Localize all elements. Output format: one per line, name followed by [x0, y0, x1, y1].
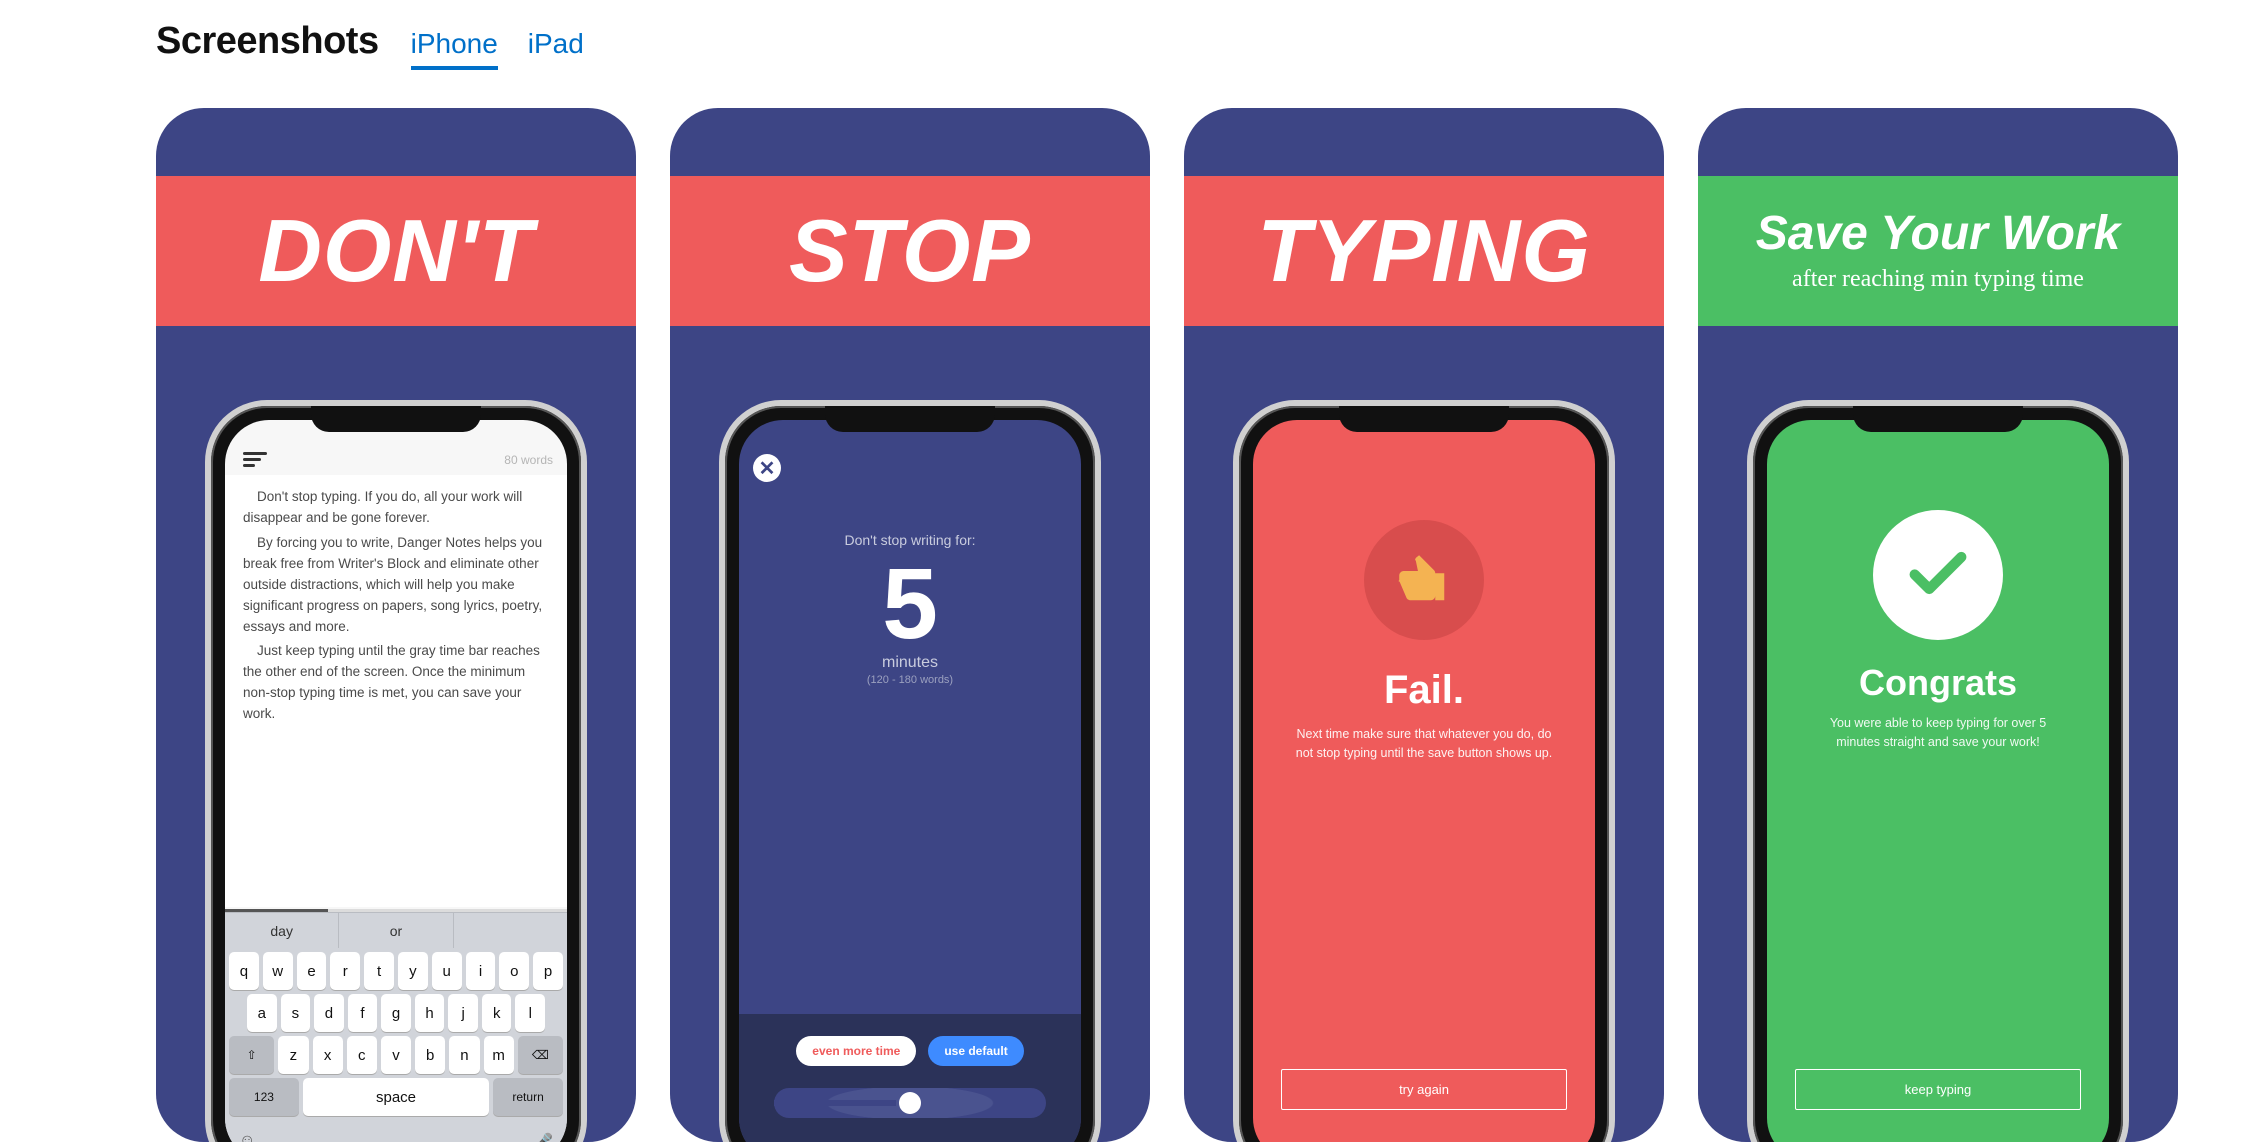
phone-screen-timer: ✕ Don't stop writing for: 5 minutes (120…: [739, 420, 1081, 1142]
menu-icon[interactable]: [239, 452, 267, 467]
close-icon[interactable]: ✕: [753, 454, 781, 482]
paragraph: By forcing you to write, Danger Notes he…: [243, 533, 549, 638]
key[interactable]: m: [484, 1036, 514, 1074]
time-progress-bar: [225, 909, 567, 912]
banner-title: Save Your Work: [1756, 210, 2121, 258]
timer-prompt: Don't stop writing for:: [844, 532, 975, 548]
return-key[interactable]: return: [493, 1078, 563, 1116]
paragraph: Just keep typing until the gray time bar…: [243, 641, 549, 725]
thumbs-down-icon: [1397, 550, 1451, 610]
banner-text: TYPING: [1257, 207, 1591, 295]
phone-screen-fail: Fail. Next time make sure that whatever …: [1253, 420, 1595, 1142]
banner: Save Your Work after reaching min typing…: [1698, 176, 2178, 326]
screenshot-1[interactable]: DON'T 80 words Don't stop typing. If you…: [156, 108, 636, 1142]
key[interactable]: c: [347, 1036, 377, 1074]
banner-text: DON'T: [258, 207, 533, 295]
mic-icon[interactable]: 🎤: [533, 1132, 553, 1142]
congrats-title: Congrats: [1859, 662, 2017, 704]
success-icon-circle: [1873, 510, 2003, 640]
shift-key[interactable]: ⇧: [229, 1036, 274, 1074]
emoji-icon[interactable]: ☺: [239, 1132, 255, 1142]
try-again-button[interactable]: try again: [1281, 1069, 1567, 1110]
screenshot-4[interactable]: Save Your Work after reaching min typing…: [1698, 108, 2178, 1142]
checkmark-icon: [1903, 538, 1973, 613]
key[interactable]: e: [297, 952, 327, 990]
key[interactable]: x: [313, 1036, 343, 1074]
banner: DON'T: [156, 176, 636, 326]
notch: [825, 406, 995, 432]
screenshot-gallery[interactable]: DON'T 80 words Don't stop typing. If you…: [0, 76, 2262, 1142]
use-default-button[interactable]: use default: [928, 1036, 1023, 1066]
key[interactable]: l: [515, 994, 545, 1032]
word-range: (120 - 180 words): [867, 674, 953, 686]
phone-screen-editor: 80 words Don't stop typing. If you do, a…: [225, 420, 567, 1142]
key[interactable]: v: [381, 1036, 411, 1074]
key[interactable]: q: [229, 952, 259, 990]
key[interactable]: f: [348, 994, 378, 1032]
timer-controls: even more time use default: [739, 1014, 1081, 1142]
fail-icon-circle: [1364, 520, 1484, 640]
phone-device: Congrats You were able to keep typing fo…: [1753, 406, 2123, 1142]
key[interactable]: k: [482, 994, 512, 1032]
timer-value: 5: [882, 554, 938, 654]
numbers-key[interactable]: 123: [229, 1078, 299, 1116]
key[interactable]: s: [281, 994, 311, 1032]
key[interactable]: d: [314, 994, 344, 1032]
key[interactable]: g: [381, 994, 411, 1032]
key[interactable]: t: [364, 952, 394, 990]
phone-device: Fail. Next time make sure that whatever …: [1239, 406, 1609, 1142]
keyboard-suggestions[interactable]: day or: [225, 912, 567, 948]
slider-handle[interactable]: [899, 1092, 921, 1114]
phone-screen-congrats: Congrats You were able to keep typing fo…: [1767, 420, 2109, 1142]
suggestion[interactable]: [454, 913, 567, 948]
suggestion[interactable]: day: [225, 913, 339, 948]
key[interactable]: z: [278, 1036, 308, 1074]
key[interactable]: o: [499, 952, 529, 990]
delete-key[interactable]: ⌫: [518, 1036, 563, 1074]
paragraph: Don't stop typing. If you do, all your w…: [243, 487, 549, 529]
notch: [1853, 406, 2023, 432]
tab-ipad[interactable]: iPad: [528, 28, 584, 70]
word-count: 80 words: [504, 453, 553, 467]
section-title: Screenshots: [156, 20, 379, 63]
timer-unit: minutes: [882, 654, 938, 672]
banner-text: STOP: [789, 207, 1031, 295]
key[interactable]: j: [448, 994, 478, 1032]
phone-device: 80 words Don't stop typing. If you do, a…: [211, 406, 581, 1142]
key[interactable]: p: [533, 952, 563, 990]
keep-typing-button[interactable]: keep typing: [1795, 1069, 2081, 1110]
more-time-button[interactable]: even more time: [796, 1036, 916, 1066]
key[interactable]: h: [415, 994, 445, 1032]
screenshot-3[interactable]: TYPING Fail. Next time make sure that wh…: [1184, 108, 1664, 1142]
key[interactable]: i: [466, 952, 496, 990]
key[interactable]: w: [263, 952, 293, 990]
banner: TYPING: [1184, 176, 1664, 326]
fail-title: Fail.: [1384, 668, 1464, 713]
space-key[interactable]: space: [303, 1078, 489, 1116]
time-slider[interactable]: [774, 1088, 1046, 1118]
key[interactable]: y: [398, 952, 428, 990]
device-tabs: iPhone iPad: [411, 28, 584, 70]
key[interactable]: a: [247, 994, 277, 1032]
fail-message: Next time make sure that whatever you do…: [1253, 725, 1595, 764]
screenshot-2[interactable]: STOP ✕ Don't stop writing for: 5 minutes…: [670, 108, 1150, 1142]
key[interactable]: b: [415, 1036, 445, 1074]
suggestion[interactable]: or: [339, 913, 453, 948]
tab-iphone[interactable]: iPhone: [411, 28, 498, 70]
key[interactable]: r: [330, 952, 360, 990]
banner: STOP: [670, 176, 1150, 326]
key[interactable]: n: [449, 1036, 479, 1074]
congrats-message: You were able to keep typing for over 5 …: [1767, 714, 2109, 753]
ios-keyboard[interactable]: qwertyuiop asdfghjkl ⇧ zxcvbnm ⌫ 123: [225, 948, 567, 1126]
screenshots-header: Screenshots iPhone iPad: [0, 0, 2262, 76]
notch: [311, 406, 481, 432]
banner-subtitle: after reaching min typing time: [1792, 266, 2084, 293]
notch: [1339, 406, 1509, 432]
phone-device: ✕ Don't stop writing for: 5 minutes (120…: [725, 406, 1095, 1142]
key[interactable]: u: [432, 952, 462, 990]
editor-body[interactable]: Don't stop typing. If you do, all your w…: [225, 475, 567, 907]
